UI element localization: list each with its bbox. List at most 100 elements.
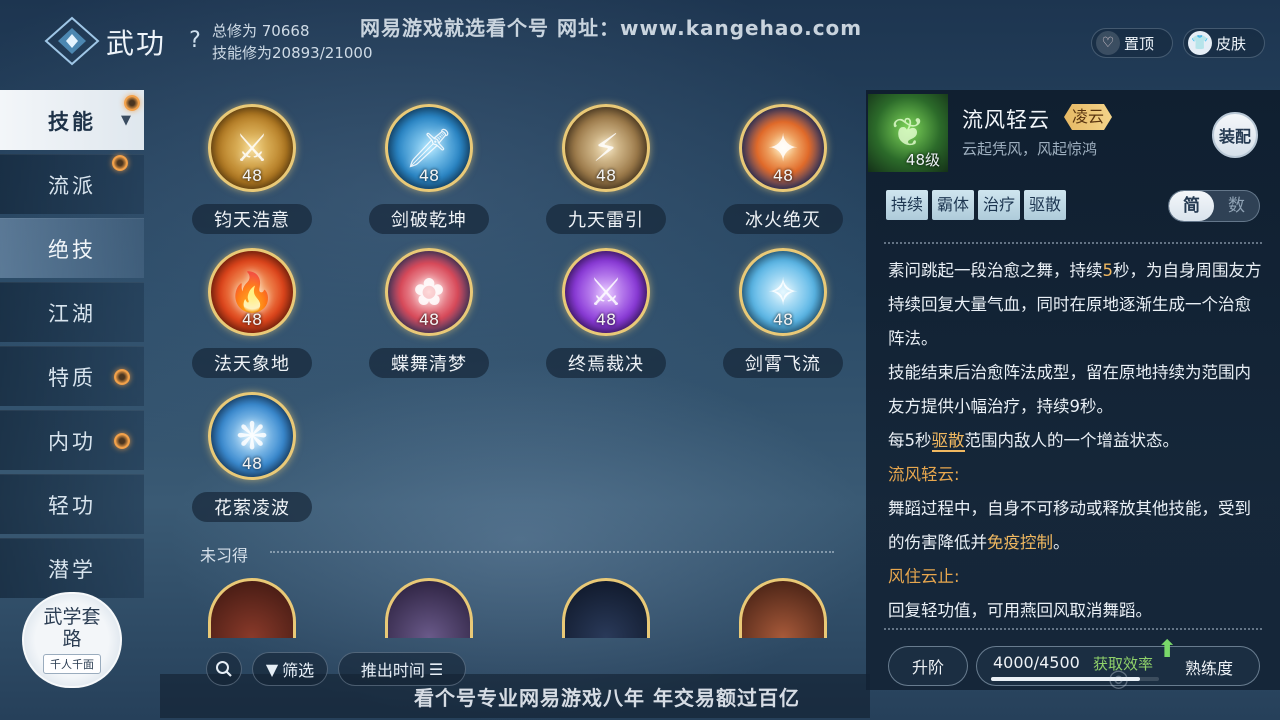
sidebar-item-lightness[interactable]: 轻功 xyxy=(0,474,144,534)
upgrade-button[interactable]: 升阶 xyxy=(888,646,968,686)
detail-skill-subtitle: 云起凭风，风起惊鸿 xyxy=(962,140,1098,158)
desc-text: 范围内敌人的一个增益状态。 xyxy=(964,431,1180,450)
arrow-up-icon: ⬆ xyxy=(1157,635,1178,663)
route-subtitle: 千人千面 xyxy=(43,654,101,674)
sword-rain-icon: ✧ xyxy=(767,270,799,314)
fire-icon: 🔥 xyxy=(228,269,276,314)
proficiency-value: 4000/4500 xyxy=(993,653,1080,672)
watermark-logo-icon: ◎ xyxy=(1108,664,1129,692)
skill-tag[interactable]: 持续 xyxy=(886,190,929,220)
martial-route-button[interactable]: 武学套路 千人千面 xyxy=(22,592,122,688)
locked-skill-icon[interactable] xyxy=(739,578,827,638)
skill-level: 48 xyxy=(595,310,617,329)
watermark-bottom: 看个号专业网易游戏八年 年交易额过百亿 xyxy=(414,686,800,710)
thunder-icon: ⚡ xyxy=(592,126,620,170)
watermark-top: 网易游戏就选看个号 网址：www.kangehao.com xyxy=(360,16,863,40)
desc-heading: 风住云止: xyxy=(888,567,960,586)
detail-mode-toggle[interactable]: 简 数 xyxy=(1168,190,1260,222)
sidebar: 技能 ▼ 流派 绝技 江湖 特质 内功 轻功 潜学 xyxy=(0,90,146,602)
sidebar-item-label: 绝技 xyxy=(48,237,96,262)
section-divider xyxy=(270,551,834,553)
sidebar-item-skill[interactable]: 技能 ▼ xyxy=(0,90,144,150)
skill-card[interactable]: ⚔ 48 终焉裁决 xyxy=(546,206,666,378)
skill-card[interactable]: ⚔ 48 钧天浩意 xyxy=(192,62,312,234)
desc-heading: 流风轻云: xyxy=(888,465,960,484)
desc-text: 每5秒 xyxy=(888,431,932,450)
warrior-icon: ⚔ xyxy=(234,126,270,170)
notification-dot-icon xyxy=(124,95,140,111)
notification-dot-icon xyxy=(112,155,128,171)
filter-button[interactable]: ▼ 筛选 xyxy=(252,652,328,686)
skill-tag[interactable]: 驱散 xyxy=(1024,190,1067,220)
desc-paragraph: 素问跳起一段治愈之舞，持续5秒，为自身周围友方持续回复大量气血，同时在原地逐渐生… xyxy=(888,254,1262,356)
skill-name: 花萦凌波 xyxy=(192,492,312,522)
search-button[interactable] xyxy=(206,652,242,686)
desc-paragraph: 技能结束后治愈阵法成型，留在原地持续为范围内友方提供小幅治疗，持续9秒。 xyxy=(888,363,1251,416)
cc-immune-keyword[interactable]: 免疫控制 xyxy=(987,533,1053,552)
sort-label: 推出时间 xyxy=(360,661,425,680)
notification-dot-icon xyxy=(114,433,130,449)
toggle-simple[interactable]: 简 xyxy=(1169,191,1214,221)
skill-level: 48 xyxy=(241,454,263,473)
skill-card[interactable]: ⚡ 48 九天雷引 xyxy=(546,62,666,234)
skill-name: 剑霄飞流 xyxy=(723,348,843,378)
sort-button[interactable]: 推出时间 ☰ xyxy=(338,652,466,686)
desc-highlight: 5 xyxy=(1102,261,1114,280)
skill-card[interactable]: 🗡 48 剑破乾坤 xyxy=(369,62,489,234)
skill-description: 素问跳起一段治愈之舞，持续5秒，为自身周围友方持续回复大量气血，同时在原地逐渐生… xyxy=(888,254,1262,628)
sidebar-item-inner-power[interactable]: 内功 xyxy=(0,410,144,470)
skill-card[interactable]: ✿ 48 蝶舞清梦 xyxy=(369,206,489,378)
proficiency-bar xyxy=(991,677,1159,681)
skill-cultivation: 技能修为20893/21000 xyxy=(212,44,373,62)
locked-skill-icon[interactable] xyxy=(562,578,650,638)
skill-card[interactable]: ✦ 48 冰火绝灭 xyxy=(723,62,843,234)
locked-skill-icon[interactable] xyxy=(385,578,473,638)
locked-skill-icon[interactable] xyxy=(208,578,296,638)
sidebar-item-school[interactable]: 流派 xyxy=(0,154,144,214)
sidebar-item-label: 技能 xyxy=(48,108,96,134)
detail-skill-icon: ❦ 48级 xyxy=(868,94,948,172)
toggle-number[interactable]: 数 xyxy=(1214,191,1259,221)
skill-portrait-icon: ✦ 48 xyxy=(739,104,827,192)
sidebar-item-jianghu[interactable]: 江湖 xyxy=(0,282,144,342)
skill-card[interactable]: ❋ 48 花萦凌波 xyxy=(192,350,312,522)
dancer-icon: ✿ xyxy=(413,270,445,314)
desc-text: 。 xyxy=(1053,533,1070,552)
filter-label: 筛选 xyxy=(282,661,315,680)
divider xyxy=(884,628,1262,630)
skill-detail-panel: ❦ 48级 流风轻云 凌云 云起凭风，风起惊鸿 装配 持续 霸体 治疗 驱散 简… xyxy=(866,90,1280,690)
page-title: 武功 xyxy=(106,27,167,60)
sidebar-item-label: 流派 xyxy=(48,173,96,198)
skill-card[interactable]: 🔥 48 法天象地 xyxy=(192,206,312,378)
back-gem-icon[interactable] xyxy=(44,16,100,66)
skill-tag[interactable]: 霸体 xyxy=(932,190,975,220)
skill-level: 48 xyxy=(595,166,617,185)
route-title: 武学套路 xyxy=(43,606,101,650)
sidebar-item-trait[interactable]: 特质 xyxy=(0,346,144,406)
skill-portrait-icon: ❋ 48 xyxy=(208,392,296,480)
skill-card[interactable]: ✧ 48 剑霄飞流 xyxy=(723,206,843,378)
notification-dot-icon xyxy=(114,369,130,385)
sidebar-item-label: 轻功 xyxy=(48,493,96,518)
sidebar-item-label: 内功 xyxy=(48,429,96,454)
dispel-keyword-link[interactable]: 驱散 xyxy=(931,431,965,452)
unlearned-section-label: 未习得 xyxy=(200,546,249,565)
heart-icon: ♡ xyxy=(1096,31,1120,55)
skill-portrait-icon: 🗡 48 xyxy=(385,104,473,192)
judgement-icon: ⚔ xyxy=(588,270,624,314)
phoenix-icon: ✦ xyxy=(767,126,799,170)
pin-button[interactable]: ♡ 置顶 xyxy=(1091,28,1173,58)
proficiency-label: 熟练度 xyxy=(1185,659,1234,678)
skill-type-badge: 凌云 xyxy=(1064,104,1112,130)
help-icon[interactable]: ? xyxy=(184,28,206,54)
sidebar-item-ultimate[interactable]: 绝技 xyxy=(0,218,144,278)
skin-button[interactable]: 👕 皮肤 xyxy=(1183,28,1265,58)
skill-level: 48 xyxy=(241,310,263,329)
equip-button[interactable]: 装配 xyxy=(1212,112,1258,158)
skill-tag[interactable]: 治疗 xyxy=(978,190,1021,220)
desc-text: 素问跳起一段治愈之舞，持续 xyxy=(888,261,1103,280)
sidebar-item-latent[interactable]: 潜学 xyxy=(0,538,144,598)
skill-portrait-icon: ⚔ 48 xyxy=(208,104,296,192)
divider xyxy=(884,242,1262,244)
desc-paragraph: 每5秒驱散范围内敌人的一个增益状态。 xyxy=(888,424,1262,458)
